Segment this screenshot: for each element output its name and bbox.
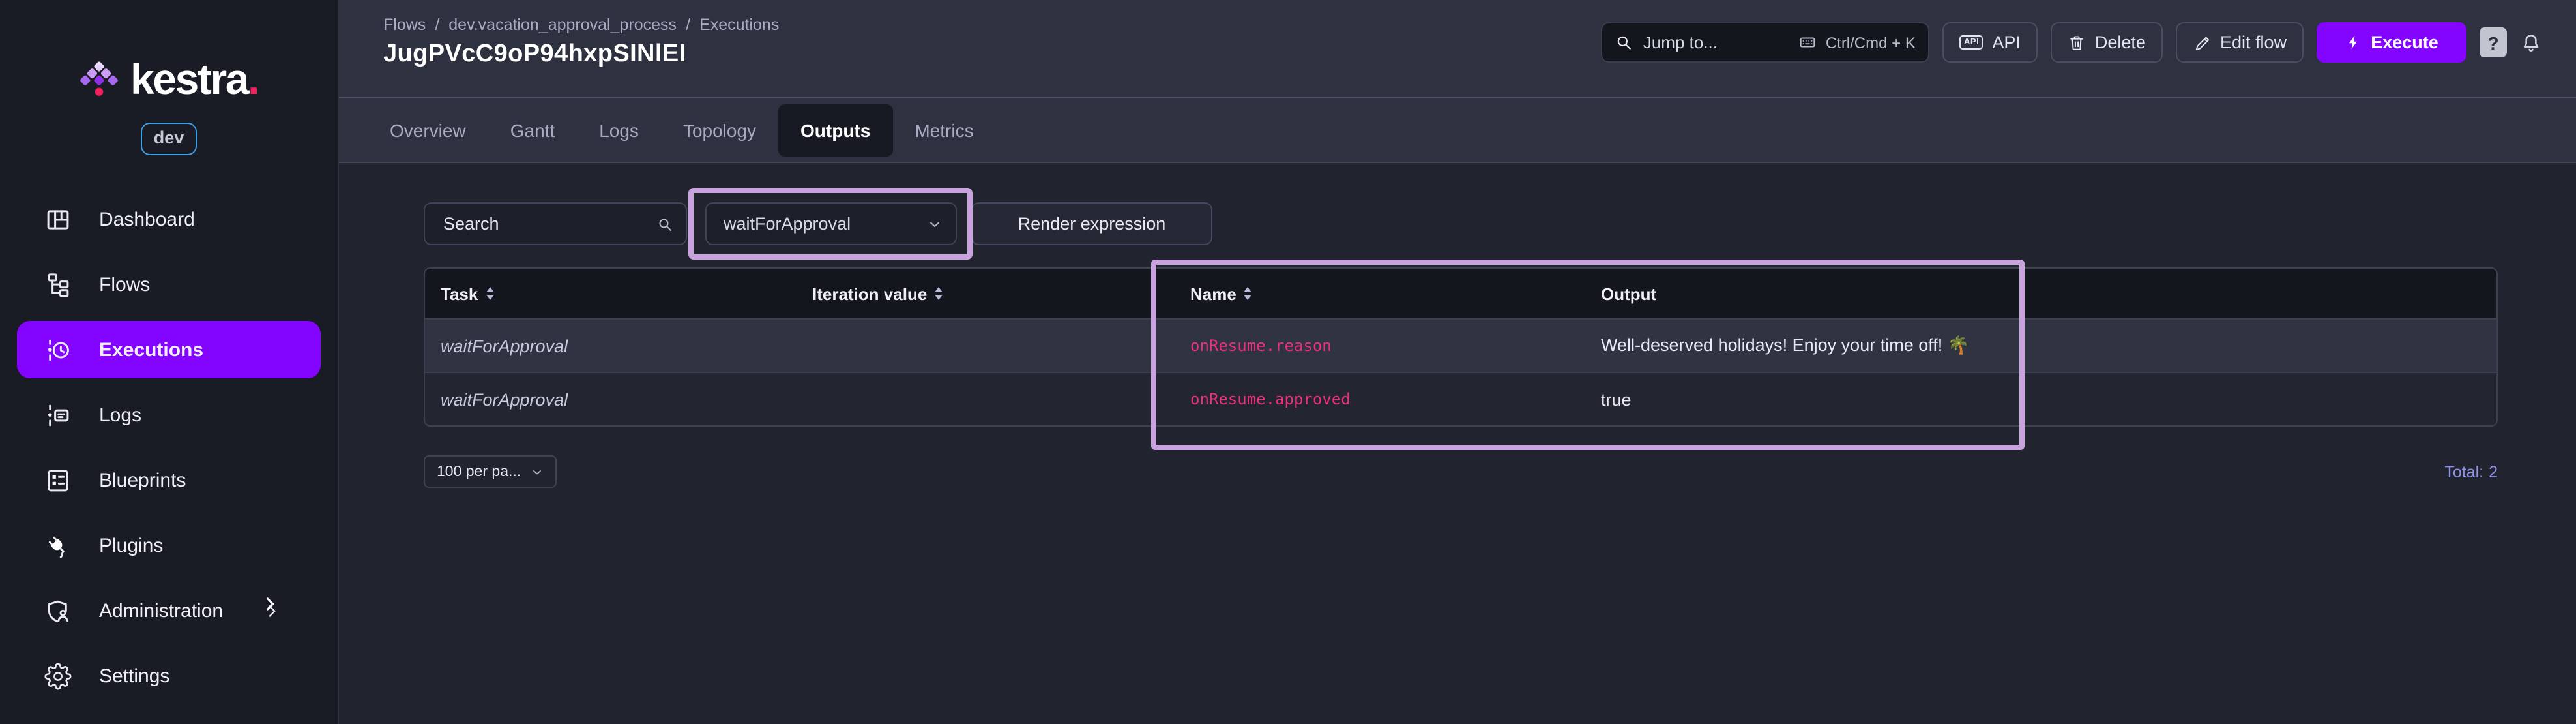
api-icon: API: [1960, 35, 1983, 50]
outputs-table: Task Iteration value Name Output waitFor…: [424, 267, 2498, 427]
output-value-cell: true: [1585, 372, 2496, 425]
sidebar-collapse-toggle[interactable]: [261, 594, 282, 617]
tab-logs[interactable]: Logs: [577, 104, 661, 156]
filter-row: waitForApproval Render expression: [424, 202, 2576, 245]
keyboard-shortcut: Ctrl/Cmd + K: [1798, 33, 1916, 52]
lightning-bolt-icon: [2345, 33, 2362, 52]
breadcrumb-separator: /: [435, 14, 439, 35]
sidebar-item-plugins[interactable]: Plugins: [0, 513, 338, 578]
blueprints-icon: [44, 466, 72, 494]
tab-gantt[interactable]: Gantt: [488, 104, 578, 156]
breadcrumb-flows[interactable]: Flows: [383, 14, 426, 35]
help-button[interactable]: ?: [2480, 27, 2507, 57]
chevron-down-icon: [927, 216, 943, 232]
sidebar-item-label: Plugins: [99, 534, 163, 556]
kestra-logo-text: kestra.: [130, 57, 258, 100]
chevron-down-icon: [530, 465, 543, 478]
per-page-select[interactable]: 100 per pa...: [424, 455, 556, 488]
dashboard-icon: [44, 205, 72, 233]
search-box: [424, 202, 687, 245]
keyboard-icon: [1798, 34, 1818, 51]
flows-icon: [44, 271, 72, 298]
kestra-logo[interactable]: kestra.: [0, 57, 338, 100]
top-actions: Jump to... Ctrl/Cmd + K API API Delete: [1602, 22, 2542, 63]
output-row-reason[interactable]: waitForApproval onResume.reason Well-des…: [425, 318, 2496, 372]
output-value-cell: Well-deserved holidays! Enjoy your time …: [1585, 318, 2496, 372]
tab-bar: Overview Gantt Logs Topology Outputs Met…: [339, 97, 2576, 163]
delete-button[interactable]: Delete: [2051, 22, 2163, 63]
pencil-icon: [2193, 33, 2211, 52]
sidebar: kestra. dev Dashboard Flows Executions L…: [0, 0, 339, 724]
search-input[interactable]: [441, 213, 657, 235]
chevron-right-icon: [261, 594, 279, 614]
execute-button[interactable]: Execute: [2317, 22, 2466, 63]
sidebar-item-label: Flows: [99, 273, 150, 295]
trash-icon: [2068, 33, 2086, 52]
task-cell: waitForApproval: [425, 372, 797, 425]
plugins-icon: [44, 532, 72, 559]
sidebar-item-blueprints[interactable]: Blueprints: [0, 447, 338, 513]
sidebar-item-label: Executions: [99, 339, 203, 361]
column-header-iteration-value[interactable]: Iteration value: [797, 269, 1175, 318]
render-expression-button[interactable]: Render expression: [971, 202, 1212, 245]
kestra-logo-icon: [80, 59, 119, 98]
iteration-value-cell: [797, 372, 1175, 425]
jump-to-placeholder: Jump to...: [1643, 33, 1718, 52]
logs-icon: [44, 401, 72, 429]
sidebar-item-settings[interactable]: Settings: [0, 643, 338, 708]
pagination-row: 100 per pa... Total:2: [424, 455, 2498, 488]
task-filter-value: waitForApproval: [724, 214, 851, 234]
breadcrumb-separator: /: [686, 14, 690, 35]
environment-badge: dev: [141, 123, 198, 155]
tab-overview[interactable]: Overview: [368, 104, 488, 156]
api-button[interactable]: API API: [1943, 22, 2038, 63]
sidebar-item-label: Dashboard: [99, 208, 195, 230]
task-filter-select[interactable]: waitForApproval: [705, 202, 957, 245]
sidebar-item-administration[interactable]: Administration: [0, 578, 338, 643]
breadcrumb-executions[interactable]: Executions: [699, 14, 779, 35]
sidebar-item-label: Settings: [99, 665, 169, 687]
search-icon: [1616, 34, 1633, 51]
sidebar-item-label: Blueprints: [99, 469, 186, 491]
sort-arrows-icon: [486, 287, 493, 300]
output-row-approved[interactable]: waitForApproval onResume.approved true: [425, 372, 2496, 425]
administration-icon: [44, 597, 72, 624]
tab-outputs[interactable]: Outputs: [778, 104, 892, 156]
output-name-cell: onResume.approved: [1175, 372, 1585, 425]
sidebar-item-dashboard[interactable]: Dashboard: [0, 187, 338, 252]
outputs-panel: waitForApproval Render expression Task I…: [339, 163, 2576, 724]
executions-icon: [44, 336, 72, 363]
column-header-name[interactable]: Name: [1175, 269, 1585, 318]
sort-arrows-icon: [1244, 287, 1252, 300]
breadcrumb-namespace-flow[interactable]: dev.vacation_approval_process: [448, 14, 677, 35]
kestra-app: kestra. dev Dashboard Flows Executions L…: [0, 0, 2576, 724]
topbar: Flows / dev.vacation_approval_process / …: [339, 0, 2576, 97]
sidebar-menu: Dashboard Flows Executions Logs Blueprin…: [0, 187, 338, 708]
jump-to-search[interactable]: Jump to... Ctrl/Cmd + K: [1602, 22, 1930, 63]
notifications-bell-icon[interactable]: [2520, 31, 2542, 54]
tab-metrics[interactable]: Metrics: [892, 104, 995, 156]
search-icon: [657, 216, 673, 232]
column-header-task[interactable]: Task: [425, 269, 797, 318]
sidebar-item-flows[interactable]: Flows: [0, 252, 338, 317]
settings-gear-icon: [44, 662, 72, 689]
tab-topology[interactable]: Topology: [661, 104, 778, 156]
sort-arrows-icon: [935, 287, 943, 300]
sidebar-item-label: Logs: [99, 404, 141, 426]
column-header-output: Output: [1585, 269, 2496, 318]
sidebar-item-executions[interactable]: Executions: [17, 321, 321, 378]
sidebar-item-logs[interactable]: Logs: [0, 382, 338, 447]
sidebar-item-label: Administration: [99, 599, 223, 622]
table-header-row: Task Iteration value Name Output: [425, 269, 2496, 318]
total-count: Total:2: [2444, 462, 2498, 481]
output-name-cell: onResume.reason: [1175, 318, 1585, 372]
iteration-value-cell: [797, 318, 1175, 372]
task-cell: waitForApproval: [425, 318, 797, 372]
edit-flow-button[interactable]: Edit flow: [2176, 22, 2304, 63]
